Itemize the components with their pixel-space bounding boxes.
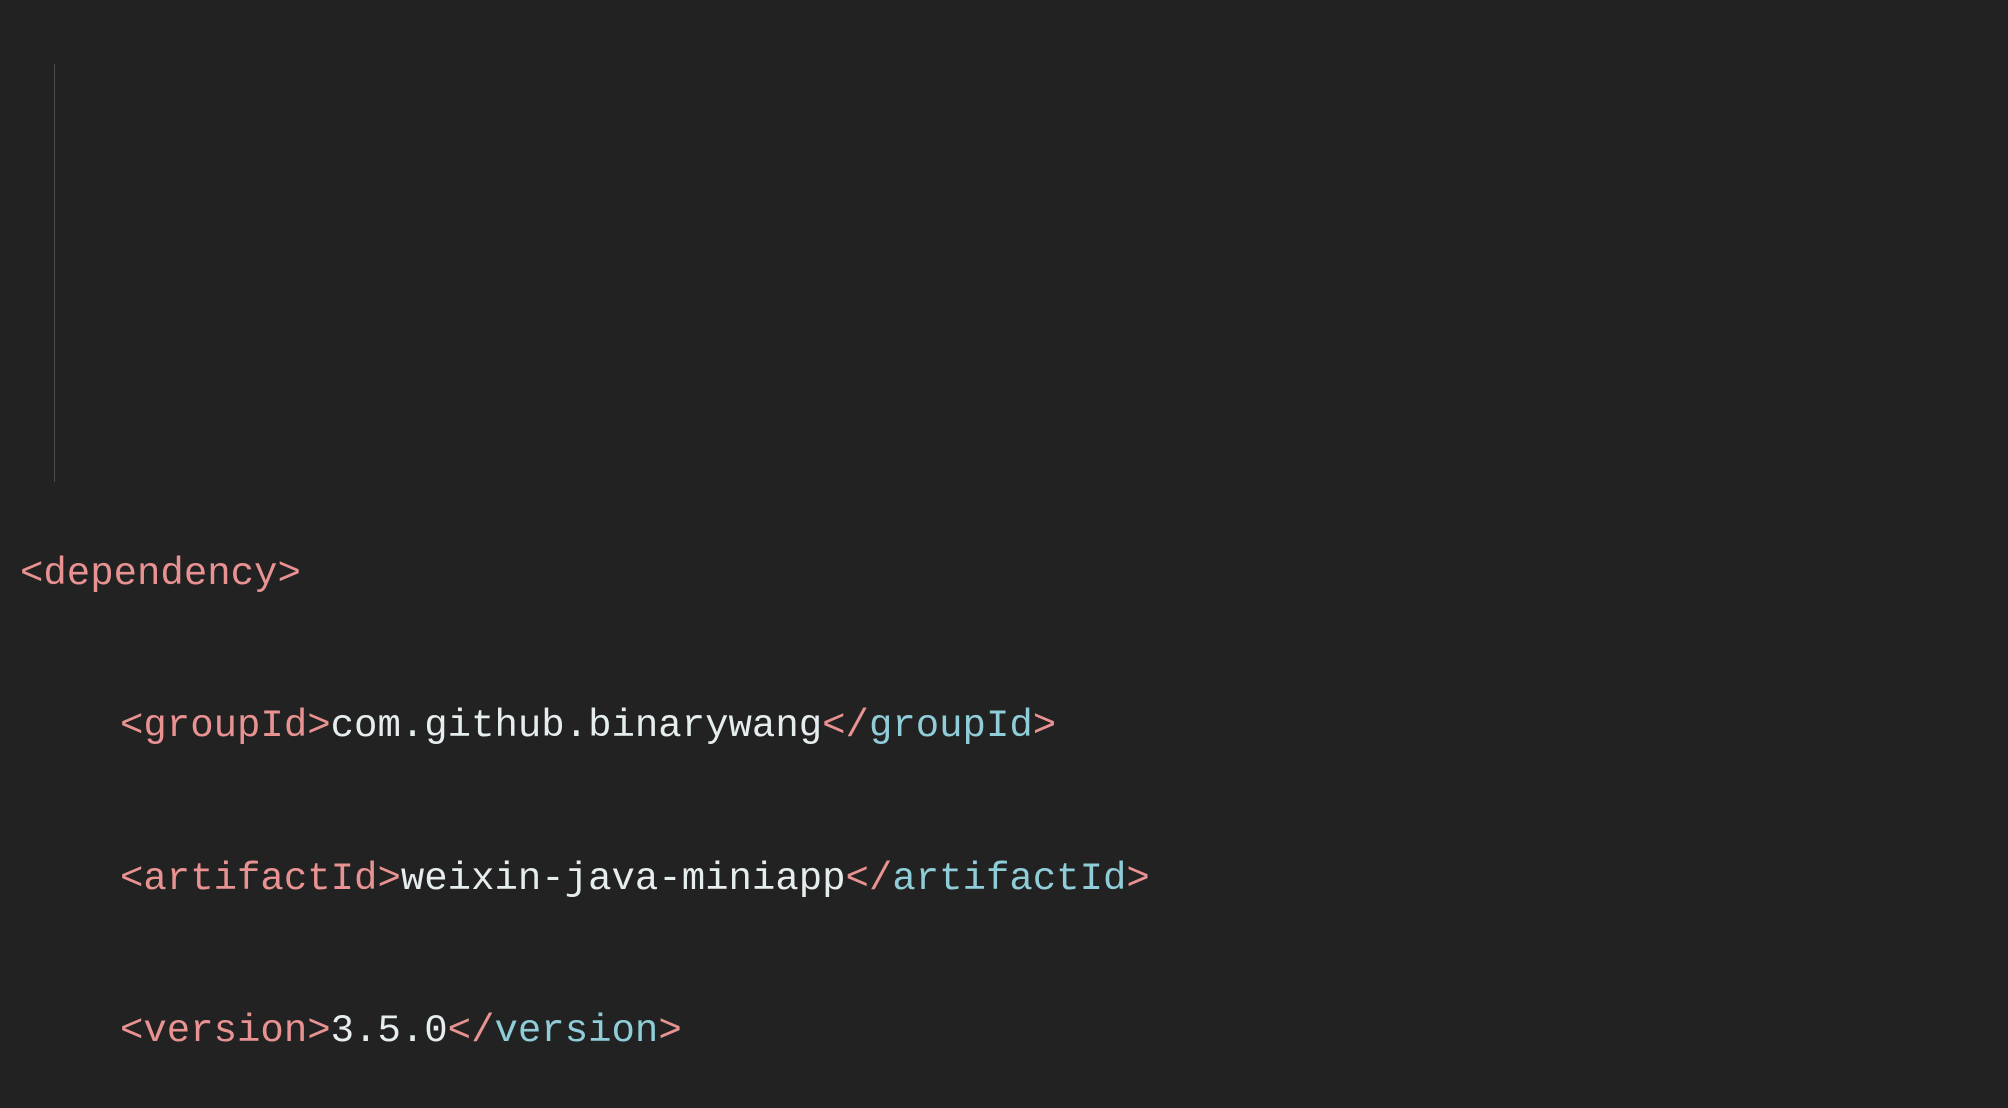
version-value: 3.5.0 — [331, 1009, 448, 1053]
bracket-close: > — [1126, 857, 1149, 901]
bracket-open-close: </ — [846, 857, 893, 901]
tag-artifactid: artifactId — [143, 857, 377, 901]
bracket-close: > — [307, 1009, 330, 1053]
tag-version-close: version — [494, 1009, 658, 1053]
line-dependency-open[interactable]: <dependency> — [20, 536, 1988, 612]
line-groupid[interactable]: <groupId>com.github.binarywang</groupId> — [20, 688, 1988, 764]
line-version[interactable]: <version>3.5.0</version> — [20, 993, 1988, 1069]
groupid-value: com.github.binarywang — [331, 704, 822, 748]
tag-groupid-close: groupId — [869, 704, 1033, 748]
tag-artifactid-close: artifactId — [892, 857, 1126, 901]
tag-version: version — [143, 1009, 307, 1053]
bracket-close: > — [277, 552, 300, 596]
bracket-open: < — [120, 704, 143, 748]
code-block[interactable]: <dependency> <groupId>com.github.binaryw… — [20, 460, 1988, 1108]
bracket-open: < — [20, 552, 43, 596]
line-artifactid[interactable]: <artifactId>weixin-java-miniapp</artifac… — [20, 841, 1988, 917]
tag-dependency: dependency — [43, 552, 277, 596]
bracket-open: < — [120, 857, 143, 901]
indent-guide — [54, 64, 55, 482]
bracket-close: > — [1033, 704, 1056, 748]
bracket-close: > — [658, 1009, 681, 1053]
bracket-open-close: </ — [448, 1009, 495, 1053]
bracket-close: > — [377, 857, 400, 901]
bracket-open-close: </ — [822, 704, 869, 748]
bracket-open: < — [120, 1009, 143, 1053]
artifactid-value: weixin-java-miniapp — [401, 857, 846, 901]
tag-groupid: groupId — [143, 704, 307, 748]
bracket-close: > — [307, 704, 330, 748]
